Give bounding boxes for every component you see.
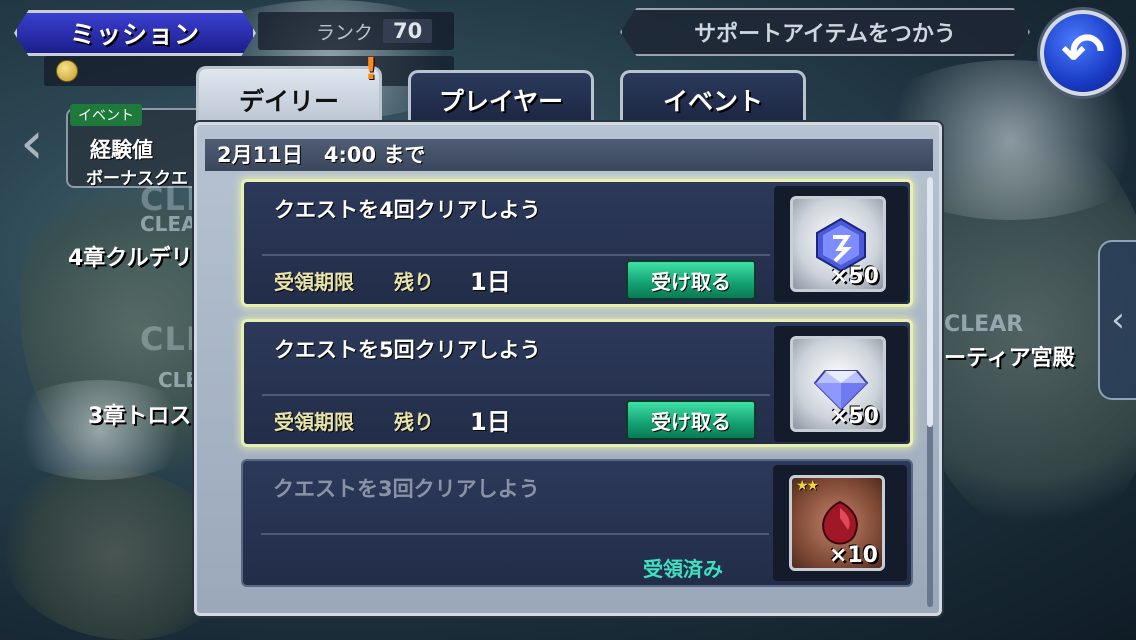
divider bbox=[262, 254, 770, 256]
mission-item: クエストを3回クリアしよう 受領済み ★★ ×10 bbox=[241, 459, 913, 587]
deadline-bar: 2月11日 4:00 まで bbox=[205, 139, 933, 171]
tab-daily-label: デイリー bbox=[238, 86, 339, 116]
deadline-label: 受領期限 bbox=[274, 270, 354, 294]
map-node-chapter-4[interactable]: 4章クルデリ bbox=[68, 240, 193, 272]
claim-button[interactable]: 受け取る bbox=[626, 400, 756, 440]
back-button[interactable]: ↶ bbox=[1040, 10, 1126, 96]
divider bbox=[261, 533, 769, 535]
mission-item: クエストを4回クリアしよう 受領期限 残り 1日 受け取る ×50 bbox=[241, 179, 913, 307]
clear-stamp: CLEAR bbox=[944, 312, 1024, 337]
rarity-stars-icon: ★★ bbox=[796, 478, 819, 494]
use-support-item-label: サポートアイテムをつかう bbox=[694, 22, 956, 47]
deadline-text: 2月11日 4:00 まで bbox=[217, 143, 426, 167]
chevron-left-icon[interactable]: ‹ bbox=[20, 108, 50, 188]
event-title: 経験値 bbox=[90, 138, 153, 162]
tab-player[interactable]: プレイヤー bbox=[408, 70, 594, 126]
map-node-palace[interactable]: ーティア宮殿 bbox=[944, 340, 1075, 372]
remaining-days: 1日 bbox=[470, 408, 511, 436]
reward-frame: ×50 bbox=[790, 196, 886, 292]
alert-exclamation-icon: ! bbox=[364, 52, 378, 87]
cloud bbox=[0, 380, 200, 480]
mission-title: クエストを4回クリアしよう bbox=[274, 198, 541, 222]
tab-event-label: イベント bbox=[662, 86, 763, 116]
scrollbar[interactable] bbox=[927, 177, 933, 607]
rank-label: ランク bbox=[316, 21, 374, 44]
rank-display: ランク 70 bbox=[258, 12, 454, 50]
reward-frame: ×50 bbox=[790, 336, 886, 432]
reward-slot[interactable]: ×50 bbox=[774, 186, 908, 302]
reward-quantity: ×50 bbox=[829, 404, 879, 429]
use-support-item-button[interactable]: サポートアイテムをつかう bbox=[620, 8, 1030, 56]
remaining-label: 残り bbox=[394, 410, 434, 434]
back-arrow-icon: ↶ bbox=[1061, 23, 1105, 83]
tab-player-label: プレイヤー bbox=[438, 86, 564, 116]
deadline-label: 受領期限 bbox=[274, 410, 354, 434]
remaining-label: 残り bbox=[394, 270, 434, 294]
mission-item: クエストを5回クリアしよう 受領期限 残り 1日 受け取る ×50 bbox=[241, 319, 913, 447]
claim-button[interactable]: 受け取る bbox=[626, 260, 756, 300]
map-node-chapter-3[interactable]: 3章トロス bbox=[88, 398, 191, 430]
claimed-status: 受領済み bbox=[643, 557, 723, 581]
event-tag: イベント bbox=[70, 104, 142, 126]
rank-value: 70 bbox=[383, 19, 433, 43]
mission-title: クエストを5回クリアしよう bbox=[274, 338, 541, 362]
claim-button-label: 受け取る bbox=[651, 269, 731, 294]
gil-coin-icon bbox=[56, 60, 78, 82]
mission-title: クエストを3回クリアしよう bbox=[273, 477, 540, 501]
tab-daily[interactable]: デイリー bbox=[196, 66, 382, 130]
reward-slot[interactable]: ×50 bbox=[774, 326, 908, 442]
tab-event[interactable]: イベント bbox=[620, 70, 806, 126]
reward-slot[interactable]: ★★ ×10 bbox=[773, 465, 907, 581]
side-menu-tab[interactable]: ‹ bbox=[1098, 240, 1136, 400]
mission-tabs: デイリー プレイヤー イベント bbox=[196, 66, 836, 130]
remaining-days: 1日 bbox=[470, 268, 511, 296]
claim-button-label: 受け取る bbox=[651, 409, 731, 434]
reward-quantity: ×50 bbox=[829, 264, 879, 289]
divider bbox=[262, 394, 770, 396]
reward-quantity: ×10 bbox=[828, 543, 878, 568]
screen-title: ミッション bbox=[14, 10, 256, 56]
chevron-left-icon: ‹ bbox=[1111, 300, 1125, 340]
reward-frame: ★★ ×10 bbox=[789, 475, 885, 571]
mission-panel: 2月11日 4:00 まで クエストを4回クリアしよう 受領期限 残り 1日 受… bbox=[194, 122, 942, 616]
screen-title-text: ミッション bbox=[69, 20, 200, 49]
